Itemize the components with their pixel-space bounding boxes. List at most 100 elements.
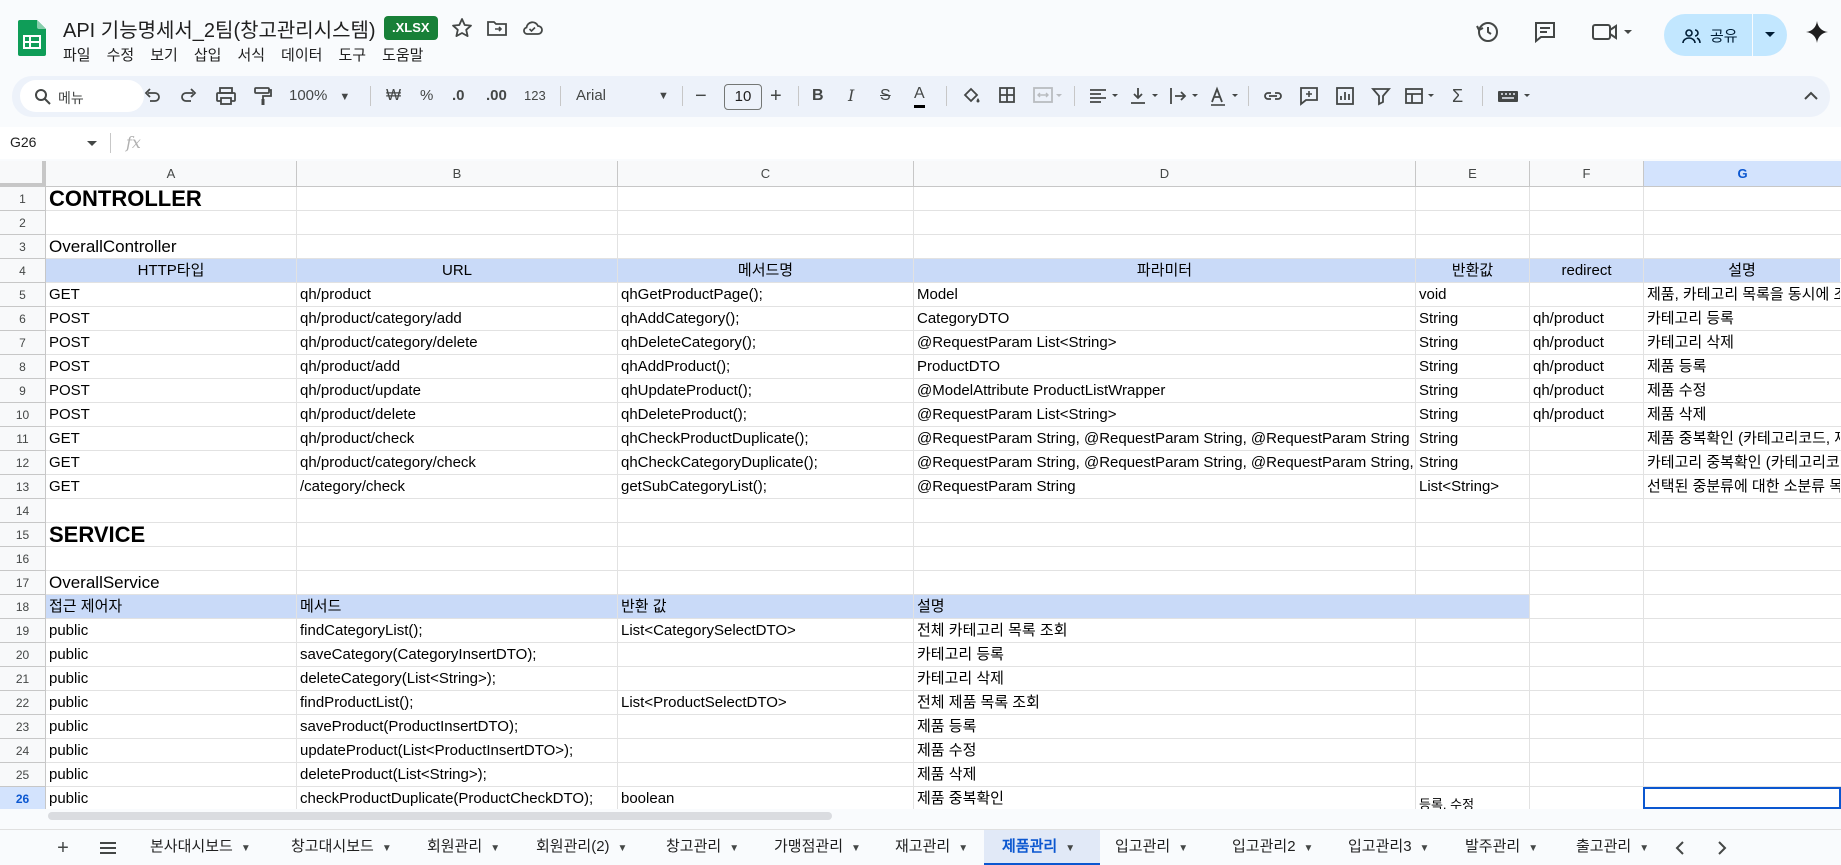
bold-button[interactable]: B xyxy=(812,84,824,108)
chevron-down-icon[interactable] xyxy=(1762,26,1778,42)
horizontal-align-icon[interactable] xyxy=(1088,84,1122,108)
chevron-down-icon[interactable]: ▼ xyxy=(1178,843,1188,854)
service-cell[interactable]: saveProduct(ProductInsertDTO); xyxy=(297,715,617,738)
sheet-tab[interactable]: 제품관리 ▼ xyxy=(984,830,1100,865)
service-cell[interactable]: checkProductDuplicate(ProductCheckDTO); xyxy=(297,787,617,809)
service-header-cell[interactable]: 접근 제어자 xyxy=(46,595,296,618)
selected-cell-g26[interactable] xyxy=(1643,787,1841,809)
sheets-logo-icon[interactable] xyxy=(18,20,46,56)
controller-cell[interactable]: qh/product xyxy=(1530,355,1643,378)
chevron-down-icon[interactable]: ▼ xyxy=(241,843,251,854)
fill-color-icon[interactable] xyxy=(960,84,982,108)
menu-help[interactable]: 도움말 xyxy=(382,44,423,66)
share-button[interactable]: 공유 xyxy=(1664,14,1787,56)
horizontal-scrollbar[interactable] xyxy=(48,812,832,820)
gemini-spark-icon[interactable] xyxy=(1805,20,1829,44)
controller-cell[interactable]: String xyxy=(1416,379,1529,402)
controller-cell[interactable]: POST xyxy=(46,331,296,354)
controller-cell[interactable]: qhCheckProductDuplicate(); xyxy=(618,427,913,450)
controller-cell[interactable]: /category/check xyxy=(297,475,617,498)
service-cell[interactable]: public xyxy=(46,763,296,786)
chevron-down-icon[interactable]: ▼ xyxy=(1304,843,1314,854)
row-header[interactable]: 18 xyxy=(0,595,46,619)
row-header[interactable]: 15 xyxy=(0,523,46,547)
controller-cell[interactable]: 선택된 중분류에 대한 소분류 목 xyxy=(1644,475,1840,498)
row-header[interactable]: 22 xyxy=(0,691,46,715)
controller-cell[interactable]: 제품 수정 xyxy=(1644,379,1840,402)
menu-insert[interactable]: 삽입 xyxy=(194,44,222,66)
service-header-cell[interactable]: 메서드 xyxy=(297,595,617,618)
section-title-controller[interactable]: CONTROLLER xyxy=(46,187,296,210)
controller-header-cell[interactable]: 반환값 xyxy=(1416,259,1529,282)
print-icon[interactable] xyxy=(215,84,237,108)
section-title-service[interactable]: SERVICE xyxy=(46,523,296,546)
row-header[interactable]: 25 xyxy=(0,763,46,787)
sheet-tab[interactable]: 출고관리 ▼ xyxy=(1558,830,1658,865)
row-header[interactable]: 26 xyxy=(0,787,46,809)
strikethrough-button[interactable]: S xyxy=(880,84,891,108)
menu-edit[interactable]: 수정 xyxy=(107,44,135,66)
chevron-down-icon[interactable] xyxy=(86,139,98,149)
cloud-status-icon[interactable] xyxy=(520,16,544,40)
row-header[interactable]: 10 xyxy=(0,403,46,427)
controller-cell[interactable]: 제품, 카테고리 목록을 동시에 조 xyxy=(1644,283,1840,306)
service-cell[interactable] xyxy=(618,715,913,738)
controller-cell[interactable]: 카테고리 삭제 xyxy=(1644,331,1840,354)
row-header[interactable]: 7 xyxy=(0,331,46,355)
font-size-input[interactable]: 10 xyxy=(724,84,762,110)
service-cell[interactable] xyxy=(618,763,913,786)
controller-cell[interactable]: qhGetProductPage(); xyxy=(618,283,913,306)
service-cell[interactable]: 카테고리 삭제 xyxy=(914,667,1415,690)
controller-cell[interactable]: List<String> xyxy=(1416,475,1529,498)
controller-cell[interactable]: qh/product xyxy=(1530,379,1643,402)
sheet-tab[interactable]: 재고관리 ▼ xyxy=(877,830,981,865)
service-cell[interactable]: 카테고리 등록 xyxy=(914,643,1415,666)
meet-video-icon[interactable] xyxy=(1590,18,1634,46)
service-cell[interactable] xyxy=(618,739,913,762)
controller-cell[interactable]: qh/product/delete xyxy=(297,403,617,426)
column-header-a[interactable]: A xyxy=(46,161,297,187)
controller-header-cell[interactable]: 설명 xyxy=(1644,259,1840,282)
controller-cell[interactable]: qh/product/check xyxy=(297,427,617,450)
increase-decimal-button[interactable]: .00 xyxy=(486,84,507,108)
document-title[interactable]: API 기능명세서_2팀(창고관리시스템) xyxy=(63,14,376,43)
sheet-tab[interactable]: 회원관리(2) ▼ xyxy=(518,830,645,865)
controller-cell[interactable]: void xyxy=(1416,283,1529,306)
controller-cell[interactable] xyxy=(1530,427,1643,450)
row-header[interactable]: 5 xyxy=(0,283,46,307)
controller-cell[interactable]: 카테고리 등록 xyxy=(1644,307,1840,330)
all-sheets-menu-icon[interactable] xyxy=(96,836,120,860)
column-header-c[interactable]: C xyxy=(618,161,914,187)
service-cell[interactable]: deleteCategory(List<String>); xyxy=(297,667,617,690)
menu-format[interactable]: 서식 xyxy=(237,44,265,66)
controller-cell[interactable]: String xyxy=(1416,451,1529,474)
chevron-down-icon[interactable]: ▼ xyxy=(851,843,861,854)
controller-cell[interactable]: POST xyxy=(46,355,296,378)
controller-cell[interactable]: qh/product xyxy=(1530,403,1643,426)
row-header[interactable]: 4 xyxy=(0,259,46,283)
service-cell[interactable]: 전체 카테고리 목록 조회 xyxy=(914,619,1415,642)
service-cell[interactable]: public xyxy=(46,667,296,690)
service-cell[interactable]: List<CategorySelectDTO> xyxy=(618,619,913,642)
controller-cell[interactable]: qhDeleteProduct(); xyxy=(618,403,913,426)
row-header[interactable]: 3 xyxy=(0,235,46,259)
text-color-button[interactable]: A xyxy=(914,84,925,108)
service-cell[interactable]: public xyxy=(46,619,296,642)
decrease-font-size-button[interactable]: − xyxy=(695,84,707,108)
service-cell[interactable]: public xyxy=(46,715,296,738)
service-cell[interactable] xyxy=(618,667,913,690)
controller-class-name[interactable]: OverallController xyxy=(46,235,296,258)
controller-cell[interactable]: 제품 삭제 xyxy=(1644,403,1840,426)
controller-header-cell[interactable]: 파라미터 xyxy=(914,259,1415,282)
sheet-tab[interactable]: 창고대시보드 ▼ xyxy=(273,830,406,865)
redo-icon[interactable] xyxy=(179,84,199,108)
service-cell[interactable]: deleteProduct(List<String>); xyxy=(297,763,617,786)
controller-cell[interactable]: GET xyxy=(46,475,296,498)
merge-cells-icon[interactable] xyxy=(1032,84,1064,108)
controller-header-cell[interactable]: 메서드명 xyxy=(618,259,913,282)
sheet-tab[interactable]: 입고관리3 ▼ xyxy=(1330,830,1444,865)
controller-cell[interactable]: @RequestParam String xyxy=(914,475,1415,498)
controller-cell[interactable]: POST xyxy=(46,403,296,426)
chevron-down-icon[interactable]: ▼ xyxy=(490,843,500,854)
row-header[interactable]: 8 xyxy=(0,355,46,379)
